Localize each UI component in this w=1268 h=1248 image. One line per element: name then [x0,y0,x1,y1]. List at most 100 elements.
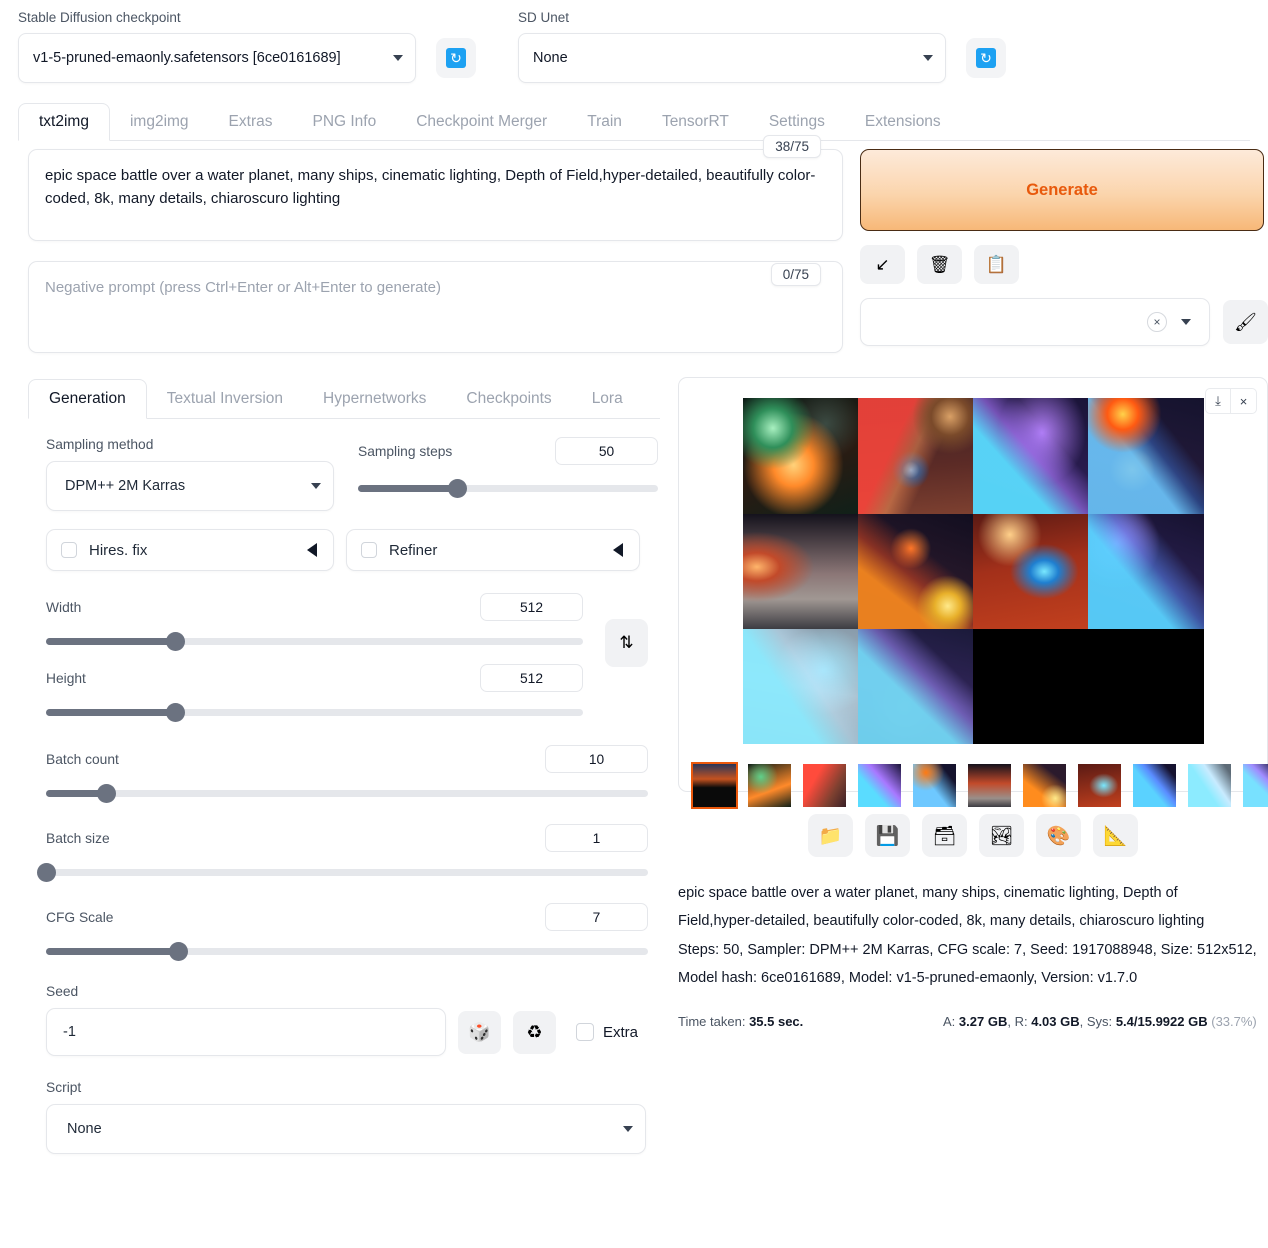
gallery-image[interactable] [1088,513,1204,629]
tab-txt2img[interactable]: txt2img [18,103,110,142]
gallery-thumbnail[interactable] [856,762,903,809]
batch-size-slider[interactable] [37,862,648,882]
tab-png-info[interactable]: PNG Info [292,104,396,140]
edit-styles-button[interactable]: 🖌 [1223,300,1268,345]
prompt-column: 38/75 epic space battle over a water pla… [28,135,843,354]
styles-row: × 🖌 [860,298,1268,347]
download-image-button[interactable]: ⤓ [1205,388,1231,415]
tab-extensions[interactable]: Extensions [845,104,961,140]
gallery-image[interactable] [973,513,1089,629]
send-to-inpaint-button[interactable]: 📐 [1093,814,1138,858]
tab-img2img[interactable]: img2img [110,104,209,140]
sampling-method-value: DPM++ 2M Karras [65,478,186,495]
seed-input[interactable]: -1 [46,1008,446,1057]
gallery-thumbnail[interactable] [966,762,1013,809]
gallery-thumbnail[interactable] [1021,762,1068,809]
chevron-left-icon [613,543,623,558]
open-folder-button[interactable]: 📁 [808,814,853,858]
save-zip-button[interactable]: 🗃 [922,814,967,858]
cfg-scale-value[interactable]: 7 [545,903,648,932]
checkpoint-select[interactable]: v1-5-pruned-emaonly.safetensors [6ce0161… [18,33,416,84]
sampling-method-label: Sampling method [46,437,154,453]
height-value[interactable]: 512 [480,664,583,693]
script-select[interactable]: None [46,1104,646,1155]
height-slider[interactable] [46,702,583,722]
tab-train[interactable]: Train [567,104,642,140]
hires-fix-accordion[interactable]: Hires. fix [46,529,334,572]
clear-prompt-button[interactable]: 🗑 [917,245,962,285]
apply-style-button[interactable]: 📋 [974,245,1019,285]
gallery-thumbnail[interactable] [1186,762,1233,809]
subtab-hypernetworks[interactable]: Hypernetworks [303,380,446,418]
hires-fix-checkbox[interactable] [61,542,77,559]
paintbrush-icon: 🖌 [1234,311,1257,332]
reuse-seed-button[interactable]: ♻ [513,1010,556,1054]
subtab-checkpoints[interactable]: Checkpoints [446,380,571,418]
sampling-steps-value[interactable]: 50 [555,437,658,466]
gallery-thumbnail[interactable] [801,762,848,809]
batch-size-value[interactable]: 1 [545,824,648,853]
gallery-thumbnail[interactable] [746,762,793,809]
accordion-row: Hires. fix Refiner [46,529,660,572]
unet-select[interactable]: None [518,33,946,84]
gallery-image[interactable] [742,513,858,629]
random-seed-button[interactable]: 🎲 [458,1010,501,1054]
batch-count-slider[interactable] [46,783,648,803]
extra-seed-checkbox[interactable] [576,1023,594,1042]
trash-icon: 🗑 [928,254,951,274]
extra-seed-checkbox-group[interactable]: Extra [576,1023,638,1042]
gallery-thumbnail[interactable] [1131,762,1178,809]
width-slider[interactable] [46,631,583,651]
sampling-method-select[interactable]: DPM++ 2M Karras [46,461,334,512]
script-group: Script None [46,1080,660,1155]
negative-prompt-input[interactable]: Negative prompt (press Ctrl+Enter or Alt… [28,261,843,354]
save-button[interactable]: 💾 [865,814,910,858]
gallery-thumbnail[interactable] [1076,762,1123,809]
close-gallery-button[interactable]: × [1231,388,1257,415]
gallery-image[interactable] [742,628,858,745]
clear-styles-icon[interactable]: × [1147,312,1167,333]
vram-sys-percent: (33.7%) [1211,1014,1257,1030]
performance-footer: Time taken: 35.5 sec. A: 3.27 GB, R: 4.0… [678,1014,1268,1029]
ruler-icon: 📐 [1103,825,1128,847]
gallery-image[interactable] [1088,398,1204,514]
gallery-thumbnail[interactable] [911,762,958,809]
cfg-scale-group: CFG Scale 7 [46,903,648,961]
gallery-image[interactable] [742,398,858,514]
send-to-extras-button[interactable]: 🎨 [1036,814,1081,858]
refresh-unet-button[interactable]: ↻ [966,38,1006,79]
gallery-image[interactable] [857,513,973,629]
swap-dimensions-button[interactable]: ⇅ [605,619,648,668]
width-value[interactable]: 512 [480,593,583,622]
read-generation-parameters-button[interactable]: ↙ [860,245,905,285]
vram-reserved-value: 4.03 GB [1031,1014,1080,1030]
gallery-image[interactable] [857,628,973,745]
gallery-thumbnails [689,758,1268,811]
gallery-image[interactable] [973,398,1089,514]
image-action-toolbar: 📁 💾 🗃 🏞 🎨 📐 [678,814,1268,858]
refresh-checkpoints-button[interactable]: ↻ [436,38,476,79]
tab-checkpoint-merger[interactable]: Checkpoint Merger [396,104,567,140]
sampling-steps-slider[interactable] [358,478,658,498]
tab-extras[interactable]: Extras [209,104,293,140]
refiner-checkbox[interactable] [361,542,377,559]
gallery-thumbnail[interactable] [1241,762,1268,809]
script-value: None [67,1121,102,1138]
subtab-lora[interactable]: Lora [572,380,643,418]
generation-params: Sampling method DPM++ 2M Karras Sampling… [28,419,660,1155]
batch-count-value[interactable]: 10 [545,745,648,774]
refiner-accordion[interactable]: Refiner [346,529,640,572]
refresh-icon: ↻ [446,48,466,69]
subtab-textual-inversion[interactable]: Textual Inversion [147,380,303,418]
gallery-image[interactable] [857,398,973,514]
styles-select[interactable]: × [860,298,1210,347]
generate-button[interactable]: Generate [860,149,1264,232]
cfg-scale-slider[interactable] [46,941,648,961]
send-to-img2img-button[interactable]: 🏞 [979,814,1024,858]
gallery-thumbnail[interactable] [691,762,738,810]
tab-tensorrt[interactable]: TensorRT [642,104,749,140]
refresh-icon: ↻ [976,48,996,69]
subtab-generation[interactable]: Generation [28,379,147,420]
positive-prompt-input[interactable]: epic space battle over a water planet, m… [28,149,843,242]
checkpoint-value: v1-5-pruned-emaonly.safetensors [6ce0161… [33,50,341,67]
